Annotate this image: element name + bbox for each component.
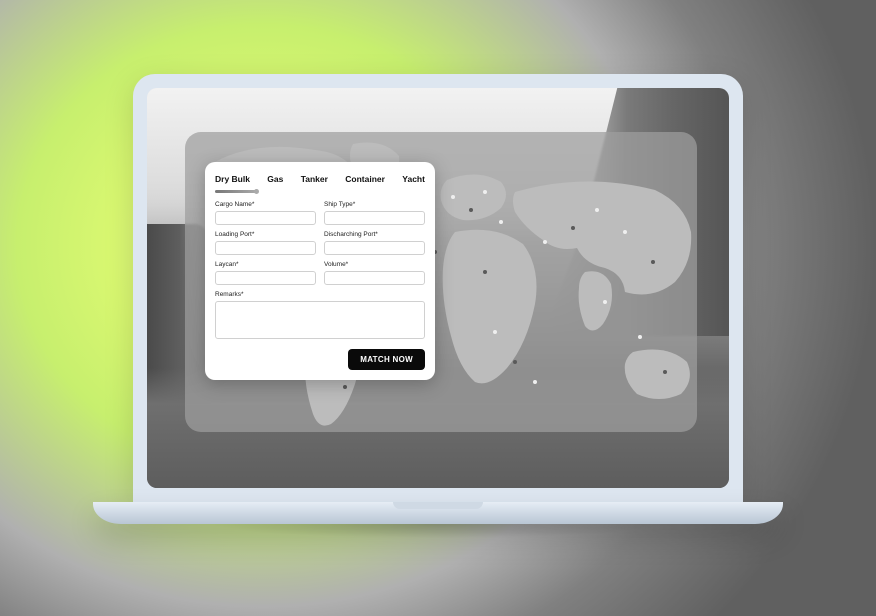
input-volume[interactable] [324, 271, 425, 285]
laptop-mockup: Dry Bulk Gas Tanker Container Yacht Carg… [133, 74, 743, 544]
field-ship-type: Ship Type* [324, 201, 425, 225]
label-loading-port: Loading Port* [215, 231, 316, 238]
input-cargo-name[interactable] [215, 211, 316, 225]
input-discharging-port[interactable] [324, 241, 425, 255]
label-remarks: Remarks* [215, 291, 425, 298]
tab-gas[interactable]: Gas [267, 172, 283, 188]
cargo-form-card: Dry Bulk Gas Tanker Container Yacht Carg… [205, 162, 435, 380]
field-volume: Volume* [324, 261, 425, 285]
label-ship-type: Ship Type* [324, 201, 425, 208]
laptop-shadow [113, 524, 763, 544]
field-cargo-name: Cargo Name* [215, 201, 316, 225]
tab-dry-bulk[interactable]: Dry Bulk [215, 172, 250, 188]
category-tabs: Dry Bulk Gas Tanker Container Yacht [215, 172, 425, 188]
screen-bezel: Dry Bulk Gas Tanker Container Yacht Carg… [133, 74, 743, 502]
field-remarks: Remarks* [215, 291, 425, 339]
label-volume: Volume* [324, 261, 425, 268]
label-discharging-port: Discharching Port* [324, 231, 425, 238]
tab-yacht[interactable]: Yacht [402, 172, 425, 188]
tab-active-indicator [215, 190, 257, 193]
input-laycan[interactable] [215, 271, 316, 285]
input-remarks[interactable] [215, 301, 425, 339]
input-ship-type[interactable] [324, 211, 425, 225]
input-loading-port[interactable] [215, 241, 316, 255]
laptop-notch [393, 502, 483, 509]
tab-tanker[interactable]: Tanker [301, 172, 328, 188]
label-cargo-name: Cargo Name* [215, 201, 316, 208]
field-laycan: Laycan* [215, 261, 316, 285]
field-loading-port: Loading Port* [215, 231, 316, 255]
form-fields: Cargo Name* Ship Type* Loading Port* Dis… [215, 201, 425, 339]
match-now-button[interactable]: MATCH NOW [348, 349, 425, 370]
field-discharging-port: Discharching Port* [324, 231, 425, 255]
form-actions: MATCH NOW [215, 349, 425, 370]
tab-container[interactable]: Container [345, 172, 385, 188]
app-screen: Dry Bulk Gas Tanker Container Yacht Carg… [147, 88, 729, 488]
laptop-base [93, 502, 783, 524]
label-laycan: Laycan* [215, 261, 316, 268]
